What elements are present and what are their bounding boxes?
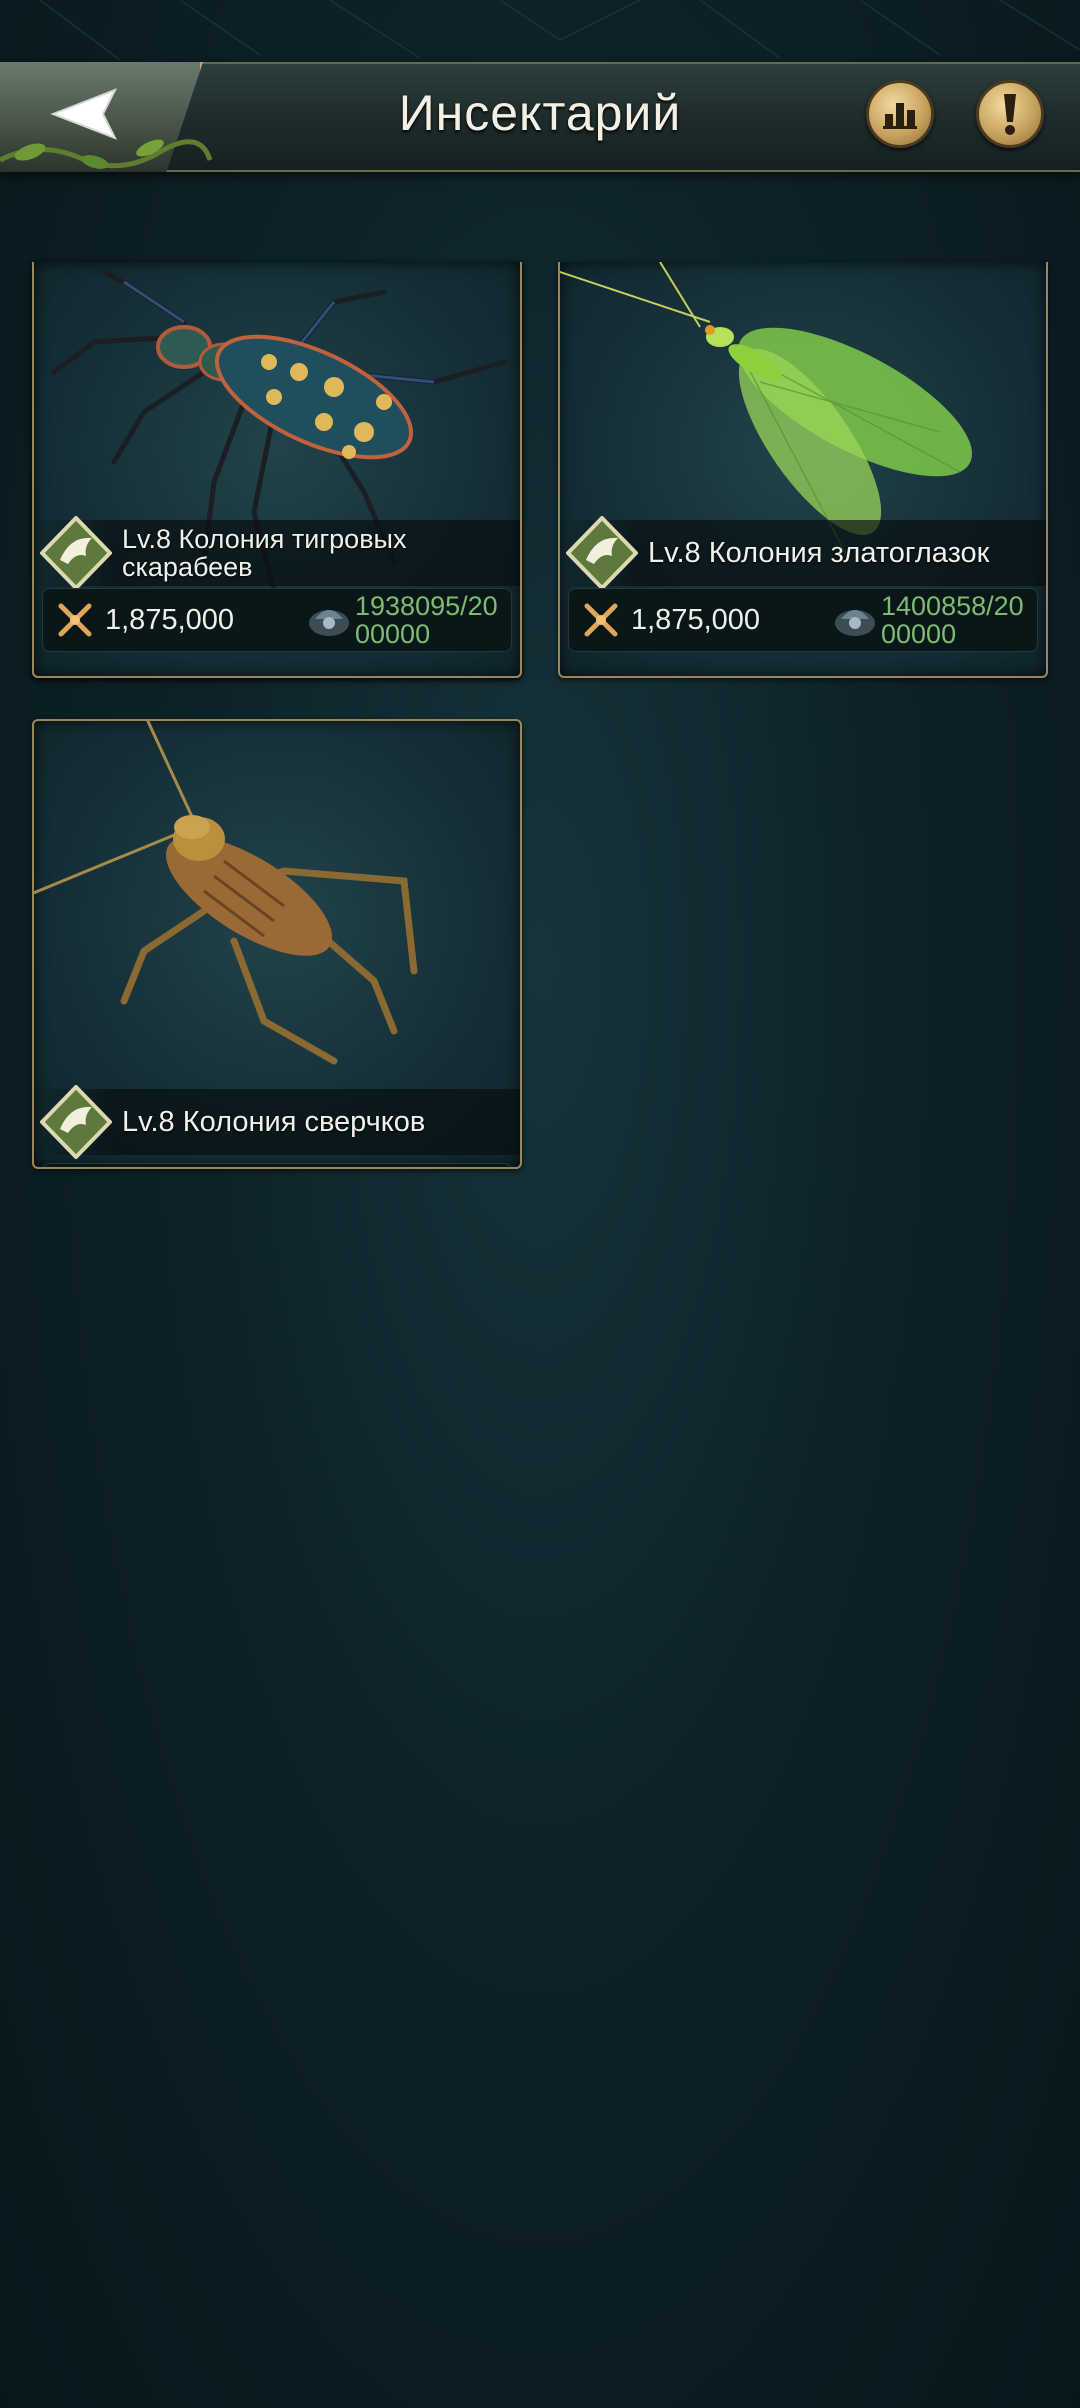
back-button[interactable] — [30, 74, 150, 154]
info-button[interactable] — [976, 80, 1044, 148]
green-leaf-emblem-icon — [40, 516, 112, 590]
green-leaf-emblem-icon — [40, 1085, 112, 1159]
exclamation-icon — [1004, 94, 1016, 135]
card-name-row: Lv.8 Колония златоглазок — [560, 516, 1046, 590]
cricket-icon — [34, 721, 418, 1065]
insect-name: Lv.8 Колония тигровых скарабеев — [122, 524, 407, 582]
insect-card-cricket[interactable]: Lv.8 Колония сверчков — [32, 719, 522, 1169]
page-title: Инсектарий — [398, 85, 682, 141]
insect-resource-icon — [309, 610, 349, 636]
power-value: 1,875,000 — [105, 604, 235, 636]
back-arrow-icon — [50, 88, 118, 140]
card-stats-row — [42, 1163, 512, 1167]
crossed-swords-icon — [58, 603, 92, 637]
green-leaf-emblem-icon — [566, 516, 638, 590]
card-name-row: Lv.8 Колония тигровых скарабеев — [34, 516, 520, 590]
bar-chart-icon — [883, 103, 917, 129]
ranking-button[interactable] — [866, 80, 934, 148]
insect-resource-icon — [835, 610, 875, 636]
resource-progress: 1400858/2000000 — [881, 591, 1024, 649]
card-stats-row: 1,875,000 1938095/2000000 — [42, 588, 512, 652]
insect-name: Lv.8 Колония златоглазок — [648, 537, 990, 569]
crossed-swords-icon — [584, 603, 618, 637]
power-value: 1,875,000 — [631, 604, 761, 636]
insect-card-tiger-beetle[interactable]: Lv.8 Колония тигровых скарабеев 1,875,00… — [32, 262, 522, 678]
insect-card-lacewing[interactable]: Lv.8 Колония златоглазок 1,875,000 14008… — [558, 262, 1048, 678]
insect-name: Lv.8 Колония сверчков — [122, 1106, 426, 1138]
card-name-row: Lv.8 Колония сверчков — [34, 1085, 520, 1159]
resource-progress: 1938095/2000000 — [355, 591, 498, 649]
card-stats-row: 1,875,000 1400858/2000000 — [568, 588, 1038, 652]
